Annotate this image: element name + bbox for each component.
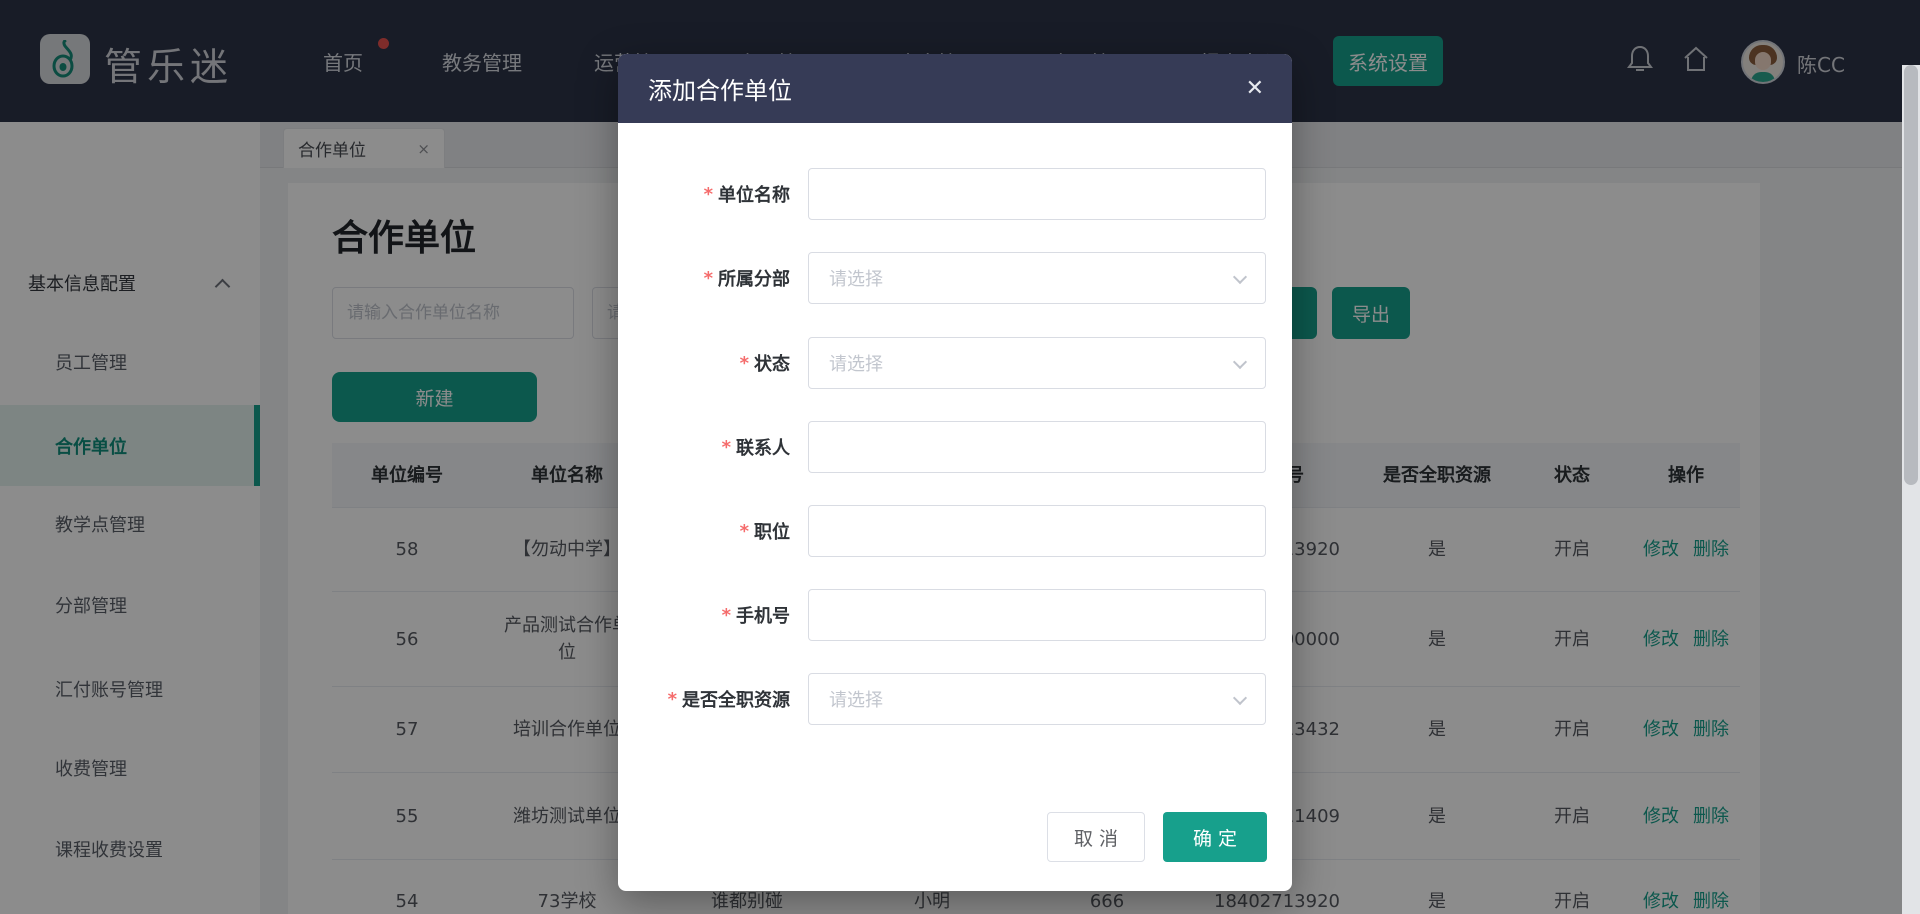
select-placeholder: 请选择 [829, 350, 883, 376]
modal-close-icon[interactable]: ✕ [1246, 76, 1264, 101]
form-row-是否全职资源: *是否全职资源 请选择 [618, 673, 1292, 725]
form-row-单位名称: *单位名称 [618, 168, 1292, 220]
所属分部-select[interactable]: 请选择 [808, 252, 1266, 304]
field-label: *手机号 [618, 589, 790, 641]
form-row-状态: *状态 请选择 [618, 337, 1292, 389]
required-asterisk: * [722, 605, 731, 626]
field-label: *单位名称 [618, 168, 790, 220]
form-row-所属分部: *所属分部 请选择 [618, 252, 1292, 304]
required-asterisk: * [740, 353, 749, 374]
field-label: *职位 [618, 505, 790, 557]
required-asterisk: * [704, 268, 713, 289]
手机号-input[interactable] [808, 589, 1266, 641]
select-placeholder: 请选择 [829, 265, 883, 291]
chevron-down-icon [1233, 270, 1247, 284]
scrollbar-track[interactable] [1902, 65, 1920, 914]
modal-header: 添加合作单位 ✕ [618, 54, 1292, 123]
app-root: 管乐迷 首页教务管理运营管理产品管理内容管理商品管理报表中心 系统设置 陈CC … [0, 0, 1920, 914]
field-label: *状态 [618, 337, 790, 389]
required-asterisk: * [740, 521, 749, 542]
form-row-职位: *职位 [618, 505, 1292, 557]
required-asterisk: * [722, 437, 731, 458]
form-row-联系人: *联系人 [618, 421, 1292, 473]
是否全职资源-select[interactable]: 请选择 [808, 673, 1266, 725]
confirm-button[interactable]: 确 定 [1163, 812, 1267, 862]
chevron-down-icon [1233, 355, 1247, 369]
状态-select[interactable]: 请选择 [808, 337, 1266, 389]
form-row-手机号: *手机号 [618, 589, 1292, 641]
联系人-input[interactable] [808, 421, 1266, 473]
add-partner-unit-modal: 添加合作单位 ✕ *单位名称*所属分部请选择*状态请选择*联系人*职位*手机号*… [618, 54, 1292, 891]
required-asterisk: * [668, 689, 677, 710]
field-label: *是否全职资源 [618, 673, 790, 725]
field-label: *联系人 [618, 421, 790, 473]
field-label: *所属分部 [618, 252, 790, 304]
职位-input[interactable] [808, 505, 1266, 557]
select-placeholder: 请选择 [829, 686, 883, 712]
modal-title: 添加合作单位 [648, 71, 792, 106]
单位名称-input[interactable] [808, 168, 1266, 220]
scrollbar-thumb[interactable] [1904, 65, 1918, 485]
chevron-down-icon [1233, 691, 1247, 705]
required-asterisk: * [704, 184, 713, 205]
cancel-button[interactable]: 取 消 [1047, 812, 1145, 862]
